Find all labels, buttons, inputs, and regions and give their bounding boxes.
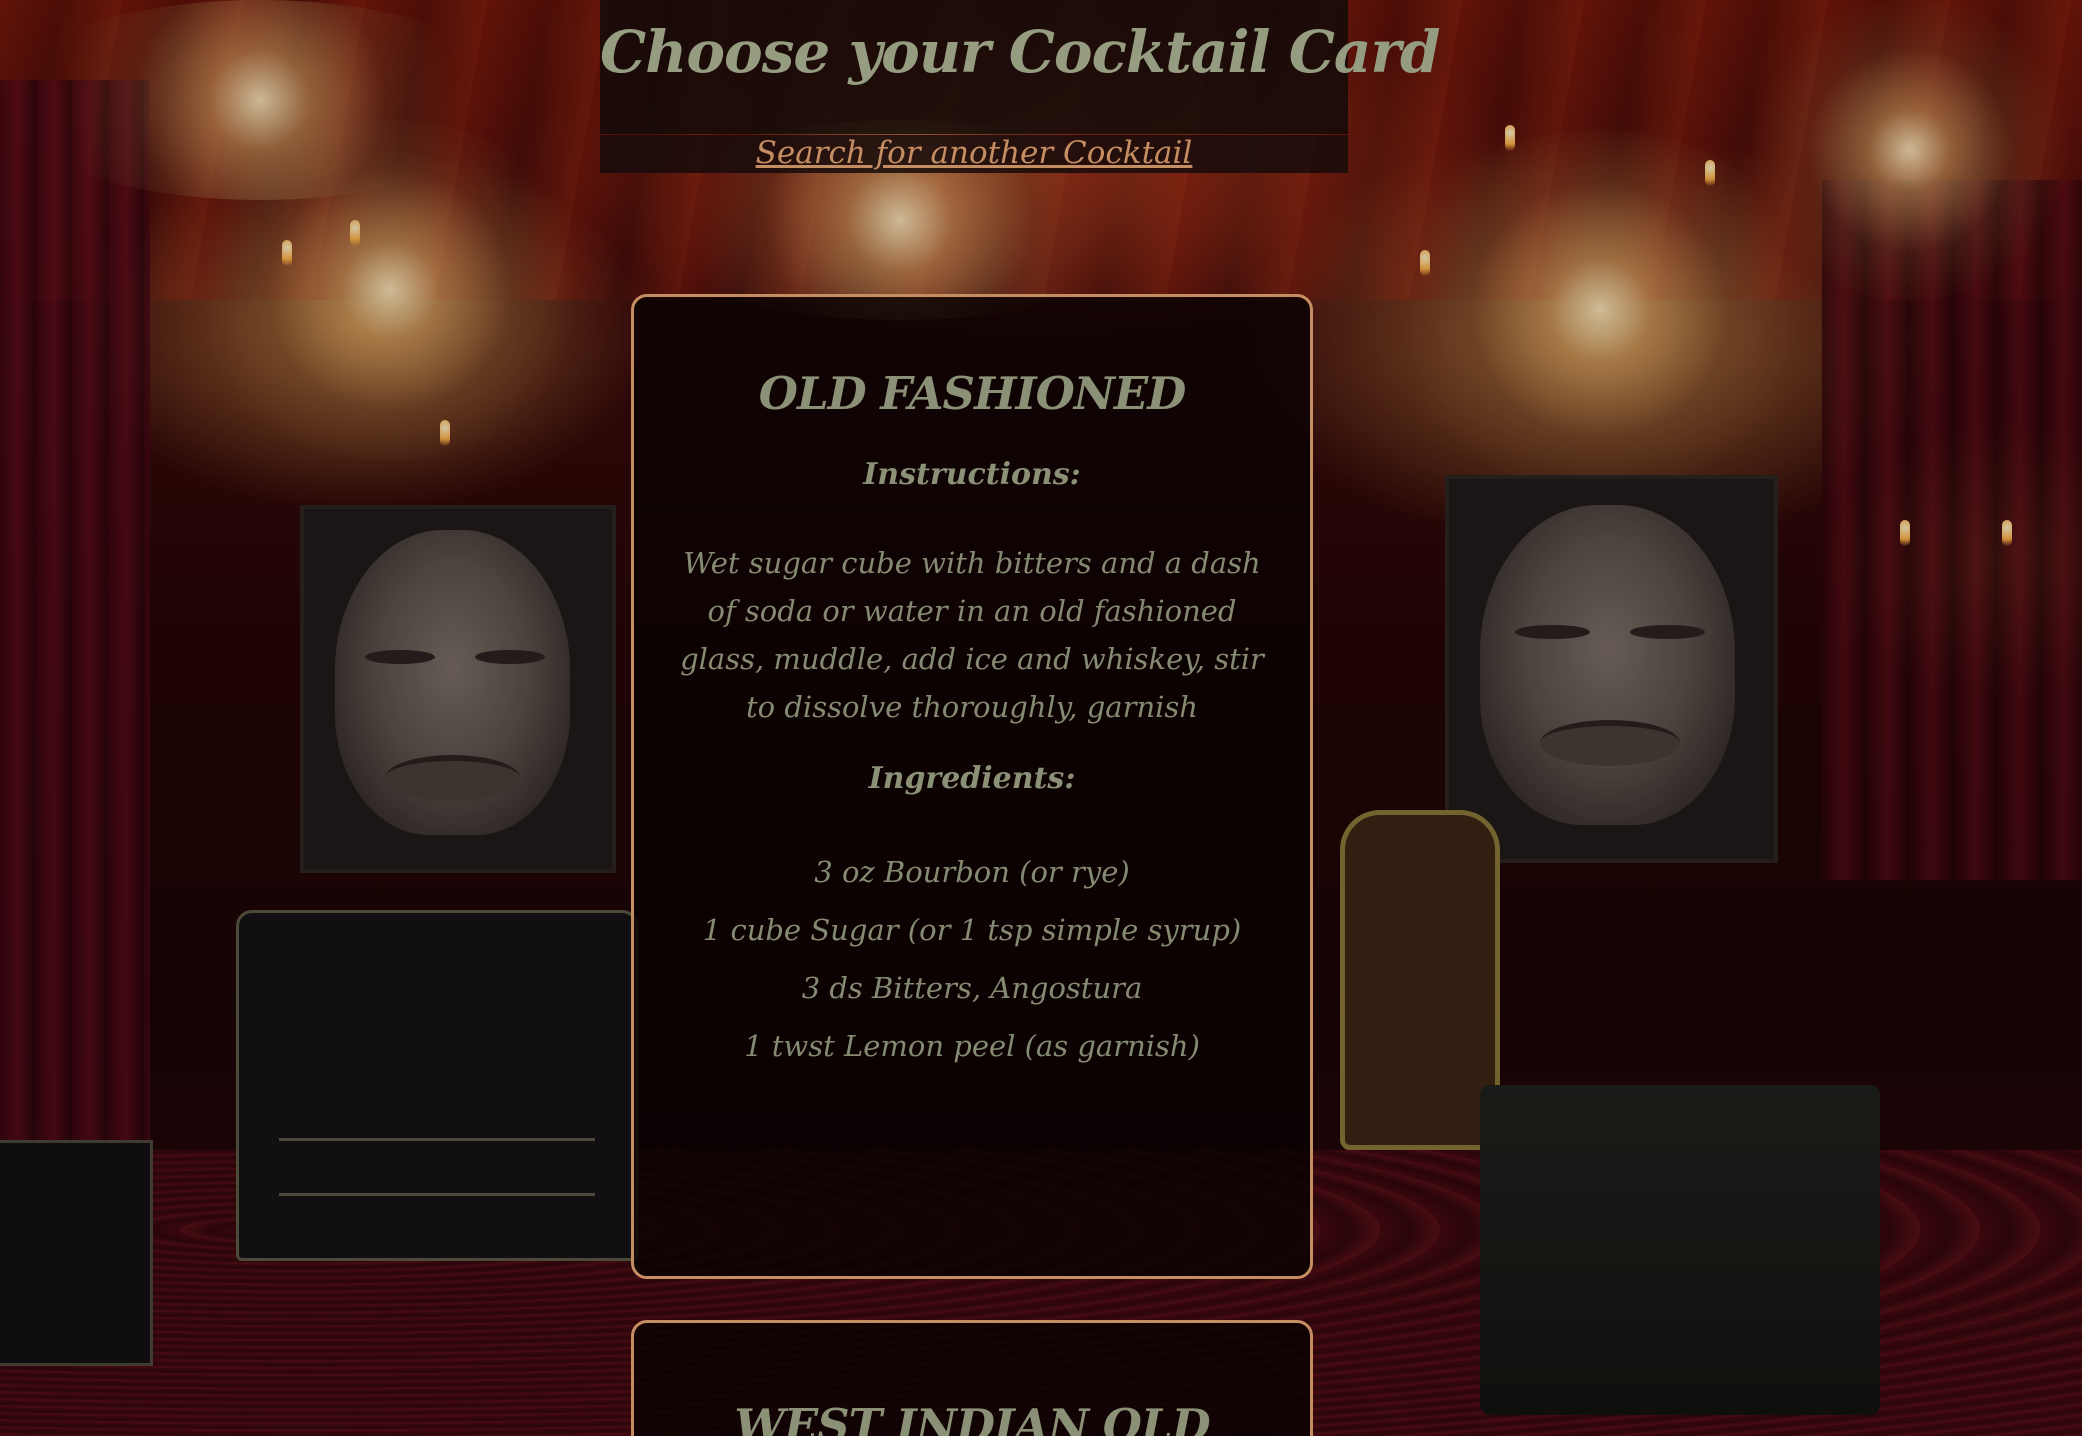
- page-title: Choose your Cocktail Card: [600, 18, 1441, 86]
- instructions-label: Instructions:: [863, 457, 1081, 492]
- cocktail-name: WEST INDIAN OLD: [734, 1399, 1210, 1436]
- search-another-cocktail-link[interactable]: Search for another Cocktail: [600, 132, 1348, 174]
- ingredient-item: 3 ds Bitters, Angostura: [801, 971, 1143, 1005]
- cocktail-card[interactable]: WEST INDIAN OLD: [631, 1320, 1313, 1436]
- cocktail-card[interactable]: OLD FASHIONED Instructions: Wet sugar cu…: [631, 294, 1313, 1279]
- ingredient-item: 1 twst Lemon peel (as garnish): [744, 1029, 1200, 1063]
- ingredient-list: 3 oz Bourbon (or rye) 1 cube Sugar (or 1…: [634, 843, 1310, 1075]
- cocktail-name: OLD FASHIONED: [758, 367, 1186, 420]
- ingredient-item: 3 oz Bourbon (or rye): [814, 855, 1130, 889]
- instructions-text: Wet sugar cube with bitters and a dash o…: [680, 546, 1264, 724]
- ingredients-label: Ingredients:: [868, 761, 1076, 796]
- ingredient-item: 1 cube Sugar (or 1 tsp simple syrup): [702, 913, 1242, 947]
